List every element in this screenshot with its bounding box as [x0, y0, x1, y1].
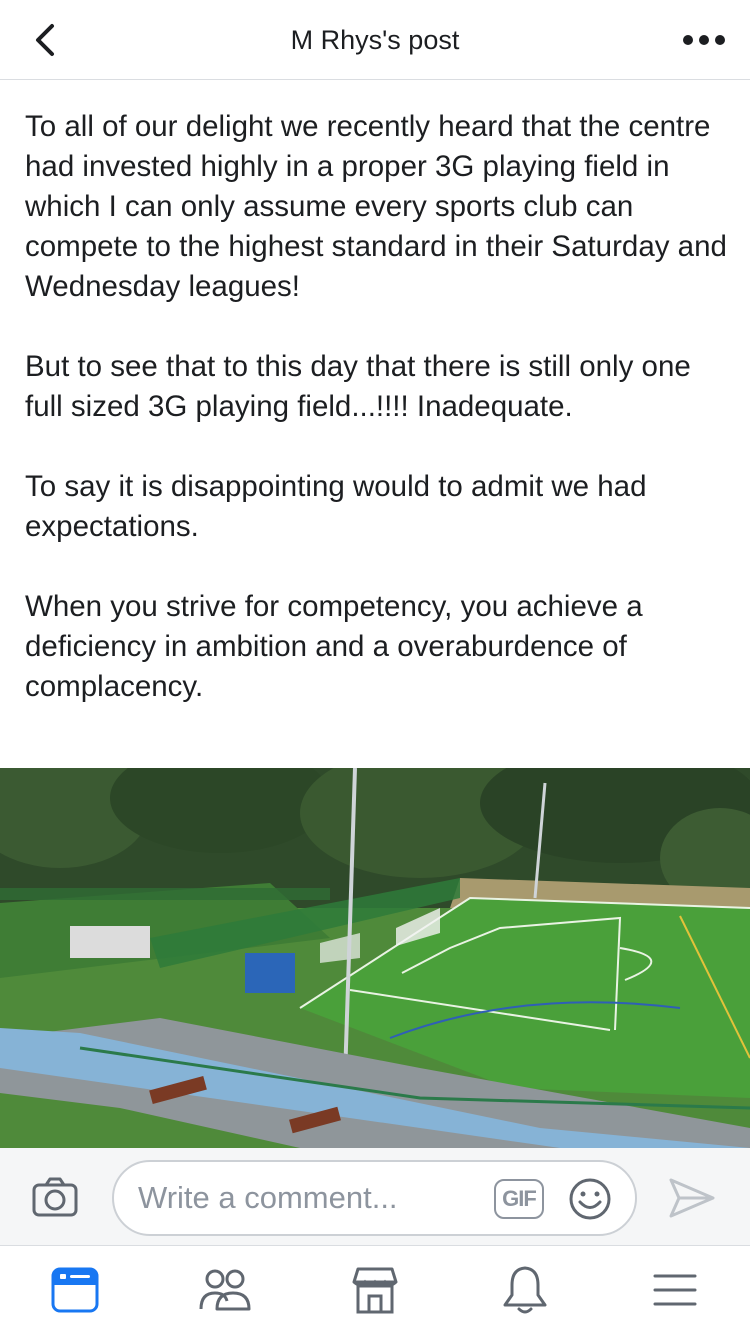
menu-icon — [653, 1274, 697, 1306]
chevron-left-icon — [36, 24, 54, 56]
smiley-icon[interactable] — [568, 1177, 612, 1221]
friends-icon — [199, 1269, 251, 1311]
back-button[interactable] — [22, 16, 70, 64]
post-photo[interactable] — [0, 768, 750, 1148]
tab-marketplace[interactable] — [345, 1262, 405, 1318]
post-body: To all of our delight we recently heard … — [25, 107, 730, 707]
comment-placeholder: Write a comment... — [138, 1180, 398, 1215]
post-paragraph: But to see that to this day that there i… — [25, 350, 691, 423]
post-paragraph: To all of our delight we recently heard … — [25, 110, 727, 303]
more-horizontal-icon — [683, 35, 725, 45]
tab-friends[interactable] — [195, 1262, 255, 1318]
tab-news-feed[interactable] — [45, 1262, 105, 1318]
camera-icon — [32, 1177, 78, 1217]
bottom-tab-bar — [0, 1246, 750, 1334]
post-paragraph: When you strive for competency, you achi… — [25, 590, 643, 703]
post-paragraph: To say it is disappointing would to admi… — [25, 470, 647, 543]
comment-bar: Write a comment... GIF — [0, 1148, 750, 1246]
gif-button[interactable]: GIF — [494, 1179, 544, 1219]
notifications-icon — [503, 1266, 547, 1314]
send-icon — [669, 1178, 715, 1218]
news-feed-icon — [51, 1267, 99, 1313]
tab-menu[interactable] — [645, 1262, 705, 1318]
comment-input[interactable]: Write a comment... GIF — [112, 1160, 637, 1236]
camera-button[interactable] — [26, 1170, 84, 1224]
marketplace-icon — [352, 1267, 398, 1314]
top-navigation-bar: M Rhys's post — [0, 0, 750, 80]
page-title: M Rhys's post — [290, 25, 460, 55]
send-button[interactable] — [666, 1174, 718, 1222]
more-options-button[interactable] — [674, 16, 734, 64]
tab-notifications[interactable] — [495, 1262, 555, 1318]
